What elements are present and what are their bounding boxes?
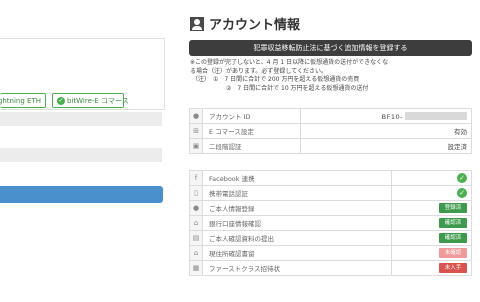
account-id-value: BF10- bbox=[300, 108, 472, 124]
verification-status: 未入手 bbox=[391, 260, 472, 276]
primary-button[interactable] bbox=[0, 186, 163, 203]
register-additional-info-button[interactable]: 犯罪収益移転防止法に基づく追加情報を登録する bbox=[189, 40, 472, 56]
notice-line: ※この登録が完了しないと、4 月 1 日以降に仮想通貨の送付ができなくな bbox=[190, 59, 389, 66]
phone-icon: ▯ bbox=[189, 185, 203, 201]
bank-icon: ⌂ bbox=[189, 215, 203, 231]
table-row: f Facebook 連携 ✓ bbox=[189, 170, 472, 186]
verification-table: f Facebook 連携 ✓ ▯ 携帯電話認証 ✓ ● ご本人情報登録 登録済… bbox=[189, 170, 472, 276]
person-icon: ● bbox=[189, 200, 203, 216]
tag-bitwire-ec[interactable]: ✓ bitWire-E コマース bbox=[52, 93, 129, 108]
verification-status: 確認済 bbox=[391, 230, 472, 246]
notice-text: ※この登録が完了しないと、4 月 1 日以降に仮想通貨の送付ができなくな る場合… bbox=[190, 59, 475, 93]
verification-label: ご本人確認資料の提出 bbox=[201, 230, 393, 246]
account-id-label: アカウント ID bbox=[201, 108, 302, 124]
check-icon: ✓ bbox=[457, 188, 467, 198]
two-factor-label: 二段階認証 bbox=[201, 138, 302, 154]
person-icon bbox=[190, 17, 204, 31]
verification-status: 確認済 bbox=[391, 215, 472, 231]
table-row: ▣ 二段階認証 設定済 bbox=[189, 138, 472, 154]
gray-row bbox=[0, 148, 162, 162]
left-panel: Lightning ETH ✓bitWire-E コマース bbox=[0, 0, 166, 302]
masked-id bbox=[405, 111, 467, 120]
page-title: アカウント情報 bbox=[190, 14, 300, 33]
status-badge: 登録済 bbox=[439, 203, 467, 213]
table-row: ● ご本人情報登録 登録済 bbox=[189, 200, 472, 216]
status-badge[interactable]: 未確認 bbox=[439, 248, 467, 258]
notice-line: ② 7 日間に合計で 10 万円を超える仮想通貨の送付 bbox=[226, 84, 369, 92]
tag-lightning-eth-label: Lightning ETH bbox=[0, 97, 41, 105]
verification-status: 登録済 bbox=[391, 200, 472, 216]
table-row: ▯ 携帯電話認証 ✓ bbox=[189, 185, 472, 201]
table-row: ▤ ご本人確認資料の提出 確認済 bbox=[189, 230, 472, 246]
table-row: ⌂ 銀行口座情報確認 確認済 bbox=[189, 215, 472, 231]
verification-label: 現住所確認書留 bbox=[201, 245, 393, 261]
page-title-text: アカウント情報 bbox=[209, 18, 301, 33]
notice-line: る場合（注）があります。必ず登録してください。 bbox=[190, 67, 328, 75]
status-badge: 確認済 bbox=[439, 233, 467, 243]
facebook-icon: f bbox=[189, 170, 203, 186]
account-table: ● アカウント ID BF10- ⊞ E コマース設定 有効 ▣ 二段階認証 設… bbox=[189, 108, 472, 154]
table-row: ● アカウント ID BF10- bbox=[189, 108, 472, 124]
person-icon: ● bbox=[189, 108, 203, 124]
status-badge[interactable]: 未入手 bbox=[439, 263, 467, 273]
gray-row bbox=[0, 112, 162, 126]
verification-label: 携帯電話認証 bbox=[201, 185, 393, 201]
verification-label: ファーストクラス招待状 bbox=[201, 260, 393, 276]
home-icon: ⌂ bbox=[189, 245, 203, 261]
verification-status: 未確認 bbox=[391, 245, 472, 261]
table-row: ▦ ファーストクラス招待状 未入手 bbox=[189, 260, 472, 276]
ec-setting-value: 有効 bbox=[300, 123, 472, 139]
table-row: ⌂ 現住所確認書留 未確認 bbox=[189, 245, 472, 261]
two-factor-value: 設定済 bbox=[300, 138, 472, 154]
verification-label: ご本人情報登録 bbox=[201, 200, 393, 216]
id-card-icon: ▤ bbox=[189, 230, 203, 246]
verification-status: ✓ bbox=[391, 185, 472, 201]
lock-icon: ▣ bbox=[189, 138, 203, 154]
check-icon: ✓ bbox=[457, 173, 467, 183]
verification-label: Facebook 連携 bbox=[201, 170, 393, 186]
status-badge: 確認済 bbox=[439, 218, 467, 228]
cart-icon: ⊞ bbox=[189, 123, 203, 139]
tag-lightning-eth[interactable]: Lightning ETH bbox=[0, 93, 46, 108]
document-icon: ▦ bbox=[189, 260, 203, 276]
ec-setting-label: E コマース設定 bbox=[201, 123, 302, 139]
check-icon: ✓ bbox=[57, 97, 65, 105]
tag-bitwire-ec-label: bitWire-E コマース bbox=[67, 97, 129, 105]
verification-status: ✓ bbox=[391, 170, 472, 186]
notice-line: （注） ① 7 日間に合計で 200 万円を超える仮想通貨の売買 bbox=[192, 76, 360, 83]
verification-label: 銀行口座情報確認 bbox=[201, 215, 393, 231]
table-row: ⊞ E コマース設定 有効 bbox=[189, 123, 472, 139]
